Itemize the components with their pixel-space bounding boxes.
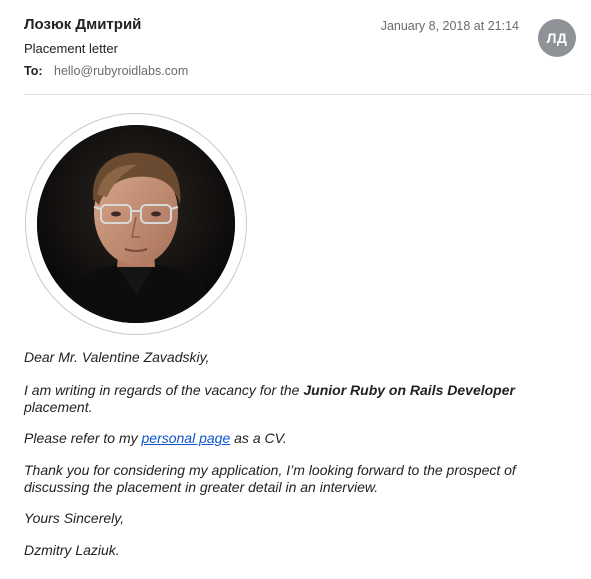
sender-name[interactable]: Лозюк Дмитрий [24, 16, 141, 33]
header-divider [24, 94, 591, 95]
vacancy-text-start: I am writing in regards of the vacancy f… [24, 382, 304, 398]
email-subject: Placement letter [24, 41, 118, 56]
body-paragraph-thanks: Thank you for considering my application… [24, 462, 516, 495]
email-date: January 8, 2018 at 21:14 [380, 19, 519, 33]
portrait-image [37, 125, 235, 323]
signature: Dzmitry Laziuk. [24, 542, 120, 558]
body-paragraph-vacancy: I am writing in regards of the vacancy f… [24, 382, 564, 416]
email-header: Лозюк Дмитрий Placement letter To: hello… [0, 0, 591, 96]
cv-text-end: as a CV. [230, 430, 287, 446]
body-paragraph-cv: Please refer to my personal page as a CV… [24, 430, 287, 447]
sender-avatar[interactable]: ЛД [538, 19, 576, 57]
recipient-row: To: hello@rubyroidlabs.com [24, 64, 188, 78]
profile-photo [37, 125, 235, 323]
greeting: Dear Mr. Valentine Zavadskiy, [24, 349, 210, 365]
position-title: Junior Ruby on Rails Developer [303, 382, 515, 398]
vacancy-text-end: placement. [24, 399, 93, 415]
recipient-address[interactable]: hello@rubyroidlabs.com [54, 64, 188, 78]
to-label: To: [24, 64, 43, 78]
personal-page-link[interactable]: personal page [142, 430, 231, 446]
closing: Yours Sincerely, [24, 510, 125, 526]
cv-text-start: Please refer to my [24, 430, 142, 446]
